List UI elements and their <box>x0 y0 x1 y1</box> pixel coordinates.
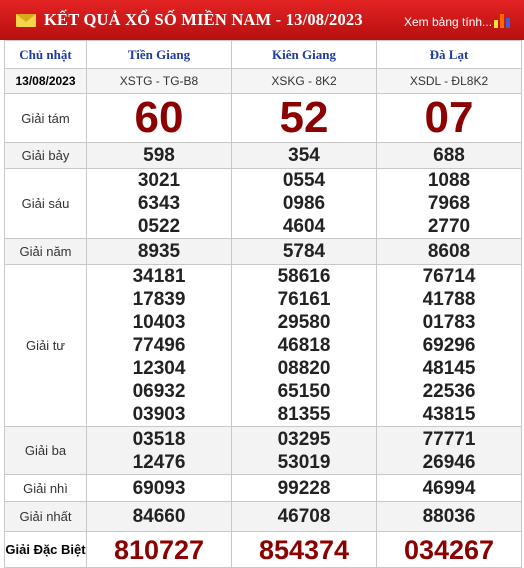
day-label: Chủ nhật <box>4 40 87 69</box>
prize-number: 5784 <box>231 238 377 265</box>
prize-number: 03903 <box>132 404 186 425</box>
prize-number: 60 <box>86 93 232 143</box>
view-table-link[interactable]: Xem bảng tính... <box>404 15 492 29</box>
prize-number: 10403 <box>132 312 186 333</box>
prize-number: 46708 <box>231 501 377 532</box>
prize-number-group: 1088 7968 2770 <box>376 168 522 239</box>
province-name[interactable]: Đà Lạt <box>376 40 522 69</box>
prize-number: 48145 <box>422 358 476 379</box>
bar-chart-icon[interactable] <box>494 10 512 28</box>
prize-number-group: 03518 12476 <box>86 426 232 475</box>
prize-row-g8: Giải tám 60 52 07 <box>4 93 522 143</box>
prize-number: 43815 <box>422 404 476 425</box>
prize-number: 88036 <box>376 501 522 532</box>
prize-number-group: 76714 41788 01783 69296 48145 22536 4381… <box>376 264 522 427</box>
prize-number: 2770 <box>427 216 471 237</box>
special-prize-number: 854374 <box>231 531 377 568</box>
prize-number: 0986 <box>282 193 326 214</box>
prize-number-group: 58616 76161 29580 46818 08820 65150 8135… <box>231 264 377 427</box>
prize-number: 3021 <box>137 170 181 191</box>
prize-label: Giải sáu <box>4 168 87 239</box>
province-header-row: Chủ nhật Tiền Giang Kiên Giang Đà Lạt <box>4 40 522 69</box>
envelope-icon <box>16 14 36 27</box>
prize-row-special: Giải Đặc Biệt 810727 854374 034267 <box>4 531 522 568</box>
prize-label: Giải nhì <box>4 474 87 502</box>
prize-number: 7968 <box>427 193 471 214</box>
prize-number-group: 34181 17839 10403 77496 12304 06932 0390… <box>86 264 232 427</box>
prize-number: 0554 <box>282 170 326 191</box>
prize-number: 58616 <box>277 266 331 287</box>
prize-number-group: 03295 53019 <box>231 426 377 475</box>
prize-label: Giải tám <box>4 93 87 143</box>
page-title: KẾT QUẢ XỔ SỐ MIỀN NAM - 13/08/2023 <box>44 10 363 29</box>
prize-number: 76714 <box>422 266 476 287</box>
prize-label: Giải năm <box>4 238 87 265</box>
ticket-code: XSKG - 8K2 <box>231 68 377 94</box>
prize-number-group: 3021 6343 0522 <box>86 168 232 239</box>
prize-number: 0522 <box>137 216 181 237</box>
province-name[interactable]: Kiên Giang <box>231 40 377 69</box>
prize-label: Giải Đặc Biệt <box>4 531 87 568</box>
prize-number: 688 <box>376 142 522 169</box>
prize-number: 1088 <box>427 170 471 191</box>
prize-row-g5: Giải năm 8935 5784 8608 <box>4 238 522 265</box>
prize-row-g7: Giải bảy 598 354 688 <box>4 142 522 169</box>
prize-number: 34181 <box>132 266 186 287</box>
province-name[interactable]: Tiền Giang <box>86 40 232 69</box>
prize-number: 01783 <box>422 312 476 333</box>
prize-label: Giải ba <box>4 426 87 475</box>
prize-number: 77771 <box>422 428 476 450</box>
prize-number: 77496 <box>132 335 186 356</box>
special-prize-number: 810727 <box>86 531 232 568</box>
prize-number: 6343 <box>137 193 181 214</box>
prize-number: 12304 <box>132 358 186 379</box>
prize-number: 76161 <box>277 289 331 310</box>
prize-number: 99228 <box>231 474 377 502</box>
prize-number: 22536 <box>422 381 476 402</box>
prize-number: 65150 <box>277 381 331 402</box>
prize-number: 46818 <box>277 335 331 356</box>
prize-label: Giải nhất <box>4 501 87 532</box>
prize-number-group: 0554 0986 4604 <box>231 168 377 239</box>
prize-number: 03518 <box>132 428 186 450</box>
results-header: KẾT QUẢ XỔ SỐ MIỀN NAM - 13/08/2023 Xem … <box>0 0 524 40</box>
prize-number: 69296 <box>422 335 476 356</box>
prize-row-g1: Giải nhất 84660 46708 88036 <box>4 501 522 532</box>
prize-number: 06932 <box>132 381 186 402</box>
prize-number: 354 <box>231 142 377 169</box>
prize-number: 46994 <box>376 474 522 502</box>
prize-row-g6: Giải sáu 3021 6343 0522 0554 0986 4604 1… <box>4 168 522 239</box>
ticket-code: XSTG - TG-B8 <box>86 68 232 94</box>
prize-number: 41788 <box>422 289 476 310</box>
prize-number: 29580 <box>277 312 331 333</box>
prize-number: 52 <box>231 93 377 143</box>
prize-row-g4: Giải tư 34181 17839 10403 77496 12304 06… <box>4 264 522 427</box>
prize-number: 8935 <box>86 238 232 265</box>
prize-number: 8608 <box>376 238 522 265</box>
prize-number: 12476 <box>132 451 186 473</box>
special-prize-number: 034267 <box>376 531 522 568</box>
prize-row-g3: Giải ba 03518 12476 03295 53019 77771 26… <box>4 426 522 475</box>
prize-number-group: 77771 26946 <box>376 426 522 475</box>
prize-row-g2: Giải nhì 69093 99228 46994 <box>4 474 522 502</box>
draw-date: 13/08/2023 <box>4 68 87 94</box>
results-table: Chủ nhật Tiền Giang Kiên Giang Đà Lạt 13… <box>4 40 522 568</box>
prize-number: 03295 <box>277 428 331 450</box>
prize-number: 69093 <box>86 474 232 502</box>
prize-number: 08820 <box>277 358 331 379</box>
prize-label: Giải bảy <box>4 142 87 169</box>
prize-number: 07 <box>376 93 522 143</box>
prize-number: 17839 <box>132 289 186 310</box>
prize-number: 53019 <box>277 451 331 473</box>
prize-label: Giải tư <box>4 264 87 427</box>
ticket-code-row: 13/08/2023 XSTG - TG-B8 XSKG - 8K2 XSDL … <box>4 68 522 94</box>
prize-number: 598 <box>86 142 232 169</box>
prize-number: 26946 <box>422 451 476 473</box>
ticket-code: XSDL - ĐL8K2 <box>376 68 522 94</box>
prize-number: 81355 <box>277 404 331 425</box>
prize-number: 84660 <box>86 501 232 532</box>
prize-number: 4604 <box>282 216 326 237</box>
lottery-results-widget: KẾT QUẢ XỔ SỐ MIỀN NAM - 13/08/2023 Xem … <box>0 0 524 568</box>
